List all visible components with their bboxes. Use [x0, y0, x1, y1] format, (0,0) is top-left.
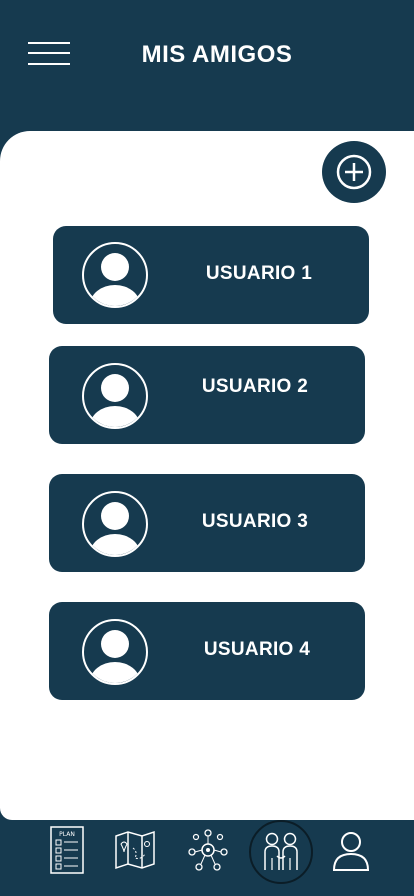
user-card[interactable]: USUARIO 4 — [49, 602, 365, 700]
user-avatar-icon — [82, 491, 148, 557]
user-name: USUARIO 4 — [203, 639, 311, 660]
app-header: MIS AMIGOS — [0, 0, 414, 140]
plus-circle-icon — [336, 154, 372, 190]
user-card[interactable]: USUARIO 1 — [53, 226, 369, 324]
map-icon[interactable] — [113, 830, 157, 870]
add-friend-button[interactable] — [322, 141, 386, 203]
page-title: MIS AMIGOS — [141, 41, 293, 68]
user-name: USUARIO 1 — [205, 263, 313, 284]
user-avatar-icon — [82, 619, 148, 685]
plan-icon[interactable]: PLAN — [49, 825, 85, 875]
user-name: USUARIO 3 — [201, 511, 309, 532]
user-card[interactable]: USUARIO 3 — [49, 474, 365, 572]
profile-icon[interactable] — [331, 830, 371, 872]
plan-icon-label: PLAN — [59, 831, 75, 838]
user-avatar-icon — [82, 363, 148, 429]
network-icon[interactable] — [186, 828, 230, 872]
friends-icon[interactable] — [257, 830, 305, 874]
user-avatar-icon — [82, 242, 148, 308]
user-name: USUARIO 2 — [201, 376, 309, 397]
user-card[interactable]: USUARIO 2 — [49, 346, 365, 444]
